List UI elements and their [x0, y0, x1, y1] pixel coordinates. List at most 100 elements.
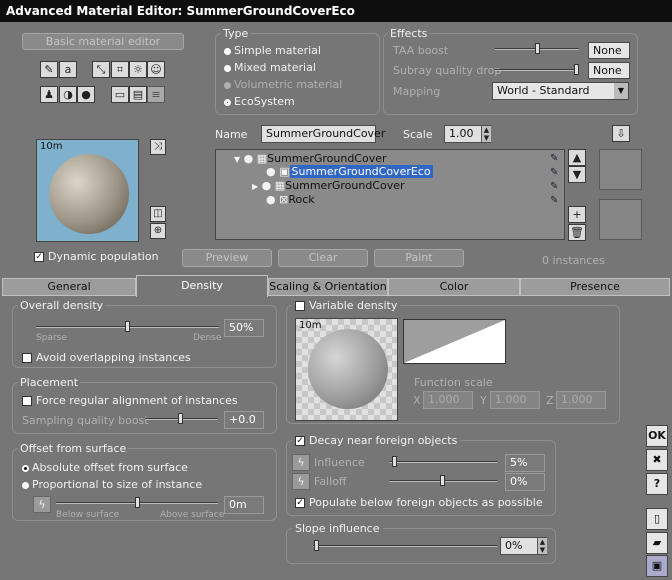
chevron-down-icon: ▼ — [614, 83, 628, 99]
populate-below-checkbox[interactable]: ✓ Populate below foreign objects as possi… — [295, 496, 543, 509]
tree-item[interactable]: ▶ ● ▦SummerGroundCover — [252, 179, 405, 192]
scale-y-field[interactable]: 1.000 — [490, 391, 540, 409]
tab-general[interactable]: General — [2, 278, 136, 296]
name-label: Name — [215, 128, 248, 141]
offset-knob[interactable] — [135, 497, 140, 508]
transform-icon[interactable]: ⤡ — [92, 61, 110, 78]
cube-icon[interactable]: ◫ — [150, 206, 166, 222]
function-graph[interactable] — [403, 319, 506, 364]
overall-density-value[interactable]: 50% — [224, 319, 264, 337]
populate-below-label: Populate below foreign objects as possib… — [309, 496, 543, 509]
sphere-icon[interactable]: ● — [77, 86, 95, 103]
slope-slider[interactable] — [313, 540, 497, 551]
light-icon[interactable]: ☼ — [129, 61, 147, 78]
zoom-icon[interactable]: ⊕ — [150, 223, 166, 239]
lightning-icon[interactable]: ϟ — [33, 496, 51, 513]
tab-density[interactable]: Density — [136, 275, 268, 297]
preview-size-label: 10m — [40, 141, 63, 152]
radio-selected-icon — [22, 464, 29, 472]
influence-knob[interactable] — [392, 456, 397, 467]
checkbox-icon — [22, 396, 32, 406]
close-button[interactable]: ✖ — [646, 449, 668, 471]
thumbnail-swatch[interactable] — [599, 199, 642, 240]
layers-icon[interactable]: ≡ — [147, 86, 165, 103]
lightning-icon[interactable]: ϟ — [292, 454, 310, 471]
taa-slider[interactable] — [495, 43, 579, 54]
falloff-value[interactable]: 0% — [505, 473, 545, 491]
rock-icon: ⊠ — [279, 193, 289, 206]
scale-x-field[interactable]: 1.000 — [423, 391, 473, 409]
clear-button[interactable]: Clear — [278, 249, 368, 267]
force-regular-checkbox[interactable]: Force regular alignment of instances — [22, 394, 238, 407]
avoid-overlap-checkbox[interactable]: Avoid overlapping instances — [22, 351, 191, 364]
help-button[interactable]: ? — [646, 473, 668, 495]
sampling-value[interactable]: +0.0 — [224, 411, 264, 429]
overall-density-slider[interactable] — [36, 321, 219, 332]
type-ecosystem-radio[interactable]: EcoSystem — [224, 95, 295, 108]
proportional-radio[interactable]: Proportional to size of instance — [22, 478, 202, 491]
figure-icon[interactable]: ♟ — [40, 86, 58, 103]
subray-slider-knob[interactable] — [574, 64, 579, 75]
new-document-icon[interactable]: ▯ — [646, 508, 668, 530]
sampling-knob[interactable] — [178, 413, 183, 424]
tree-item-label: SummerGroundCoverEco — [289, 165, 433, 178]
offset-value[interactable]: 0m — [224, 496, 264, 514]
trash-icon[interactable]: 🗑 — [568, 224, 586, 241]
taa-value[interactable]: None — [588, 42, 630, 59]
scale-z-field[interactable]: 1.000 — [556, 391, 606, 409]
overall-density-knob[interactable] — [125, 321, 130, 332]
preview-button[interactable]: Preview — [182, 249, 272, 267]
mapping-label: Mapping — [393, 85, 441, 98]
tree-item[interactable]: ● ⊠Rock — [266, 193, 315, 206]
paint-button[interactable]: Paint — [374, 249, 464, 267]
offset-slider[interactable] — [56, 497, 218, 508]
slope-knob[interactable] — [314, 540, 319, 551]
variable-density-checkbox[interactable]: Variable density — [292, 299, 401, 312]
slope-spinner[interactable]: ▲ ▼ — [537, 538, 547, 554]
falloff-slider[interactable] — [389, 475, 497, 486]
lightning-icon[interactable]: ϟ — [292, 473, 310, 490]
open-folder-icon[interactable]: ▰ — [646, 532, 668, 554]
absolute-offset-radio[interactable]: Absolute offset from surface — [22, 461, 188, 474]
basic-editor-button[interactable]: Basic material editor — [22, 33, 184, 50]
move-down-icon[interactable]: ▼ — [568, 166, 586, 183]
dynamic-population-checkbox[interactable]: ✓ Dynamic population — [34, 250, 159, 263]
type-mixed-radio[interactable]: Mixed material — [224, 61, 316, 74]
text-icon[interactable]: a — [59, 61, 77, 78]
shuffle-icon[interactable]: ⤨ — [150, 139, 166, 155]
pencil-icon-column[interactable]: ✎ ✎ ✎ ✎ — [550, 152, 558, 208]
decay-checkbox[interactable]: ✓ Decay near foreign objects — [292, 434, 461, 447]
taa-slider-knob[interactable] — [535, 43, 540, 54]
tab-presence[interactable]: Presence — [520, 278, 670, 296]
monitor-icon[interactable]: ▭ — [111, 86, 129, 103]
subray-value[interactable]: None — [588, 62, 630, 79]
subray-slider[interactable] — [495, 64, 579, 75]
sampling-slider[interactable] — [145, 413, 217, 424]
scale-spinner[interactable]: ▲ ▼ — [481, 126, 491, 142]
add-icon[interactable]: + — [568, 206, 586, 223]
tree-item[interactable]: ● ▣ SummerGroundCoverEco — [266, 165, 433, 178]
crop-icon[interactable]: ⌗ — [111, 61, 129, 78]
move-up-icon[interactable]: ▲ — [568, 149, 586, 166]
x-label: X — [413, 394, 421, 407]
save-icon[interactable]: ▣ — [646, 555, 668, 577]
edit-icon[interactable]: ✎ — [40, 61, 58, 78]
tree-item[interactable]: ▼ ● ▦SummerGroundCover — [234, 152, 387, 165]
influence-slider[interactable] — [389, 456, 497, 467]
tab-scaling-orientation[interactable]: Scaling & Orientation — [268, 278, 388, 296]
type-simple-radio[interactable]: Simple material — [224, 44, 321, 57]
mapping-dropdown[interactable]: World - Standard ▼ — [492, 82, 629, 100]
load-icon[interactable]: ⇩ — [612, 125, 630, 142]
sphere-mix-icon[interactable]: ◑ — [59, 86, 77, 103]
film-icon[interactable]: ▤ — [129, 86, 147, 103]
ok-button[interactable]: OK — [646, 425, 668, 447]
type-volumetric-radio[interactable]: Volumetric material — [224, 78, 342, 91]
tree-item-label: SummerGroundCover — [285, 179, 405, 192]
tab-color[interactable]: Color — [388, 278, 520, 296]
thumbnail-swatch[interactable] — [599, 149, 642, 190]
falloff-knob[interactable] — [440, 475, 445, 486]
influence-value[interactable]: 5% — [505, 454, 545, 472]
portrait-icon[interactable]: ☺ — [147, 61, 165, 78]
type-ecosystem-label: EcoSystem — [234, 95, 295, 108]
name-field[interactable]: SummerGroundCover — [261, 125, 385, 143]
